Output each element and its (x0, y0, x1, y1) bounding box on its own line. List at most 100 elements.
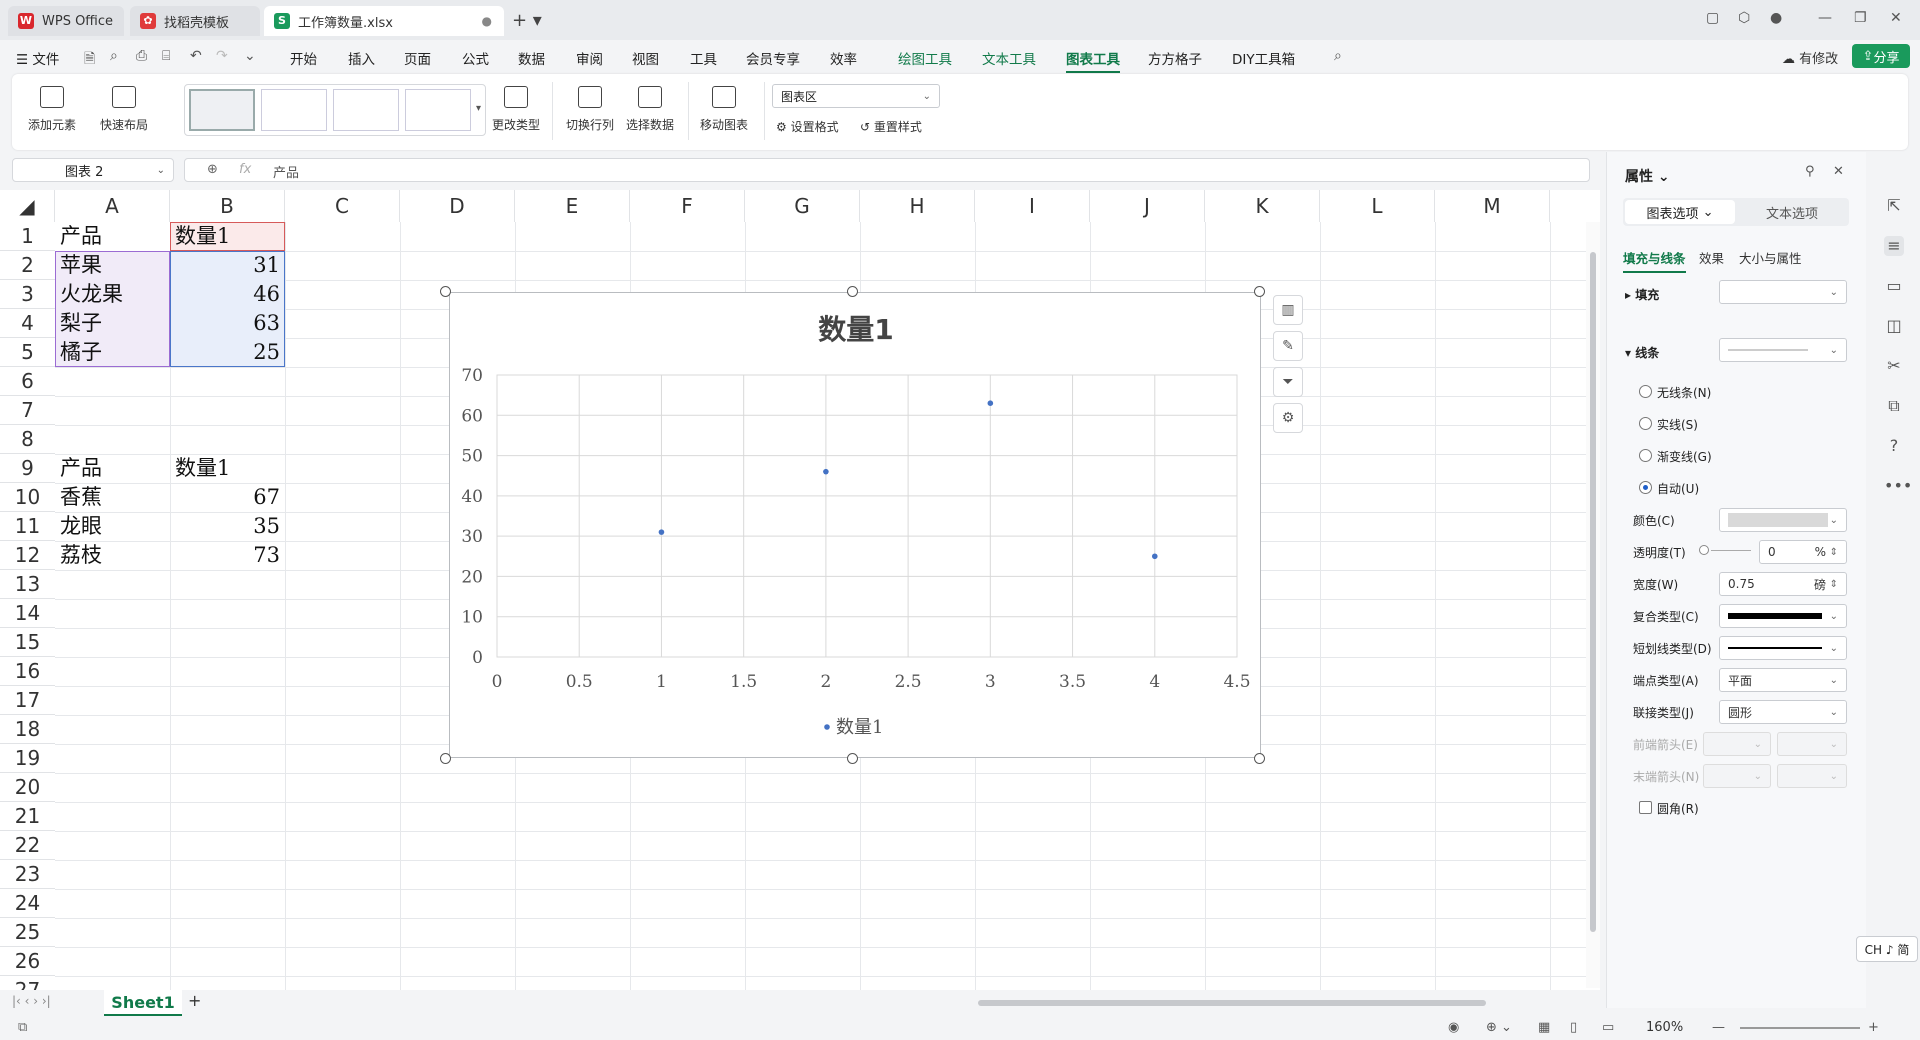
cell-product[interactable]: 荔枝 (55, 541, 170, 570)
row-header-14[interactable]: 14 (0, 599, 55, 628)
comment-icon[interactable]: ▭ (1884, 276, 1904, 296)
line-section[interactable]: ▾ 线条 (1625, 344, 1659, 361)
row-header-24[interactable]: 24 (0, 889, 55, 918)
tab-workbook[interactable]: S 工作簿数量.xlsx ● (264, 6, 504, 36)
tab-wps-office[interactable]: W WPS Office (8, 6, 124, 36)
end-arrow-type-select[interactable]: ⌄ (1703, 764, 1771, 788)
menu-member[interactable]: 会员专享 (746, 48, 800, 68)
transparency-input[interactable]: 0% ⇕ (1759, 540, 1847, 564)
chart-area-select[interactable]: 图表区 ⌄ (772, 84, 940, 108)
spinner-icon[interactable]: ⇕ (1830, 547, 1838, 558)
vertical-scrollbar[interactable] (1586, 222, 1600, 988)
cell-quantity[interactable]: 67 (170, 483, 285, 512)
resize-handle[interactable] (440, 753, 451, 764)
column-header-M[interactable]: M (1435, 190, 1550, 222)
row-header-8[interactable]: 8 (0, 425, 55, 454)
radio-no-line[interactable] (1639, 385, 1652, 398)
cell-quantity[interactable]: 31 (170, 251, 285, 280)
fill-section[interactable]: ▸ 填充 (1625, 286, 1659, 303)
new-tab-icon[interactable]: + ▾ (512, 10, 542, 31)
row-header-9[interactable]: 9 (0, 454, 55, 483)
undo-icon[interactable]: ↶ (190, 48, 202, 64)
column-header-K[interactable]: K (1205, 190, 1320, 222)
column-header-F[interactable]: F (630, 190, 745, 222)
panel-title[interactable]: 属性 ⌄ (1625, 166, 1670, 186)
menu-start[interactable]: 开始 (290, 48, 317, 68)
row-header-1[interactable]: 1 (0, 222, 55, 251)
avatar[interactable]: ● (1770, 10, 1782, 26)
chart-style-2[interactable] (261, 89, 327, 131)
menu-view[interactable]: 视图 (632, 48, 659, 68)
cell-header[interactable]: 数量1 (170, 454, 285, 483)
add-element-button[interactable]: 添加元素 (28, 86, 76, 133)
resize-handle[interactable] (847, 286, 858, 297)
row-header-26[interactable]: 26 (0, 947, 55, 976)
radio-gradient-line[interactable] (1639, 449, 1652, 462)
fx-icon[interactable]: fx (239, 162, 251, 177)
dash-type-select[interactable]: ⌄ (1719, 636, 1847, 660)
cell-product[interactable]: 橘子 (55, 338, 170, 367)
menu-efficiency[interactable]: 效率 (830, 48, 857, 68)
color-select[interactable]: ⌄ (1719, 508, 1847, 532)
menu-tools[interactable]: 工具 (690, 48, 717, 68)
zoom-slider[interactable] (1740, 1027, 1860, 1029)
chart-title[interactable]: 数量1 (818, 313, 893, 346)
data-point[interactable] (823, 468, 829, 475)
menu-text-tools[interactable]: 文本工具 (982, 48, 1036, 68)
seg-chart-options[interactable]: 图表选项 ⌄ (1625, 200, 1735, 224)
zoom-out-icon[interactable]: — (1712, 1020, 1725, 1035)
chart-style-3[interactable] (333, 89, 399, 131)
modified-indicator[interactable]: ☁ 有修改 (1782, 48, 1838, 67)
formula-bar[interactable]: ⊕ fx 产品 (184, 158, 1590, 182)
chart-wizard-icon[interactable]: ◫ (1884, 316, 1904, 336)
cell-product[interactable]: 梨子 (55, 309, 170, 338)
column-header-J[interactable]: J (1090, 190, 1205, 222)
cell-quantity[interactable]: 63 (170, 309, 285, 338)
backup-icon[interactable]: ⧉ (1884, 396, 1904, 416)
chart-style-gallery[interactable]: ▾ (184, 84, 486, 136)
column-header-A[interactable]: A (55, 190, 170, 222)
column-header-B[interactable]: B (170, 190, 285, 222)
column-header-L[interactable]: L (1320, 190, 1435, 222)
row-header-22[interactable]: 22 (0, 831, 55, 860)
resize-handle[interactable] (440, 286, 451, 297)
resize-handle[interactable] (1254, 753, 1265, 764)
cell-quantity[interactable]: 35 (170, 512, 285, 541)
more-quick-icon[interactable]: ⌄ (244, 48, 256, 64)
transparency-slider[interactable] (1711, 550, 1751, 551)
width-input[interactable]: 0.75 磅 ⇕ (1719, 572, 1847, 596)
sheet-tab-sheet1[interactable]: Sheet1 (104, 990, 182, 1016)
row-header-20[interactable]: 20 (0, 773, 55, 802)
move-chart-button[interactable]: 移动图表 (700, 86, 748, 133)
eye-protect-icon[interactable]: ◉ (1448, 1020, 1459, 1035)
row-header-6[interactable]: 6 (0, 367, 55, 396)
column-header-D[interactable]: D (400, 190, 515, 222)
tab-docer-template[interactable]: ✿ 找稻壳模板 (130, 6, 260, 36)
row-header-27[interactable]: 27 (0, 976, 55, 990)
minimize-icon[interactable]: — (1818, 10, 1832, 26)
menu-review[interactable]: 审阅 (576, 48, 603, 68)
subtab-size-props[interactable]: 大小与属性 (1739, 248, 1802, 267)
chart-style-1[interactable] (189, 89, 255, 131)
more-icon[interactable]: ••• (1884, 476, 1912, 496)
column-header-I[interactable]: I (975, 190, 1090, 222)
join-type-select[interactable]: 圆形 ⌄ (1719, 700, 1847, 724)
row-header-11[interactable]: 11 (0, 512, 55, 541)
subtab-fill-line[interactable]: 填充与线条 (1623, 248, 1686, 273)
chart-filter-icon[interactable]: ⏷ (1273, 367, 1303, 397)
pin-icon[interactable]: ⚲ (1805, 164, 1815, 179)
row-header-3[interactable]: 3 (0, 280, 55, 309)
fill-select[interactable]: ⌄ (1719, 280, 1847, 304)
row-header-17[interactable]: 17 (0, 686, 55, 715)
scrollbar-thumb[interactable] (1590, 252, 1596, 932)
menu-file[interactable]: ☰ 文件 (16, 48, 59, 68)
cell-quantity[interactable]: 46 (170, 280, 285, 309)
resize-handle[interactable] (1254, 286, 1265, 297)
sheet-nav-icon[interactable]: |‹ ‹ › ›| (12, 994, 51, 1008)
cell-header[interactable]: 产品 (55, 454, 170, 483)
chart-legend[interactable]: 数量1 (824, 717, 883, 738)
properties-icon[interactable]: ≡ (1884, 236, 1904, 256)
cell-product[interactable]: 苹果 (55, 251, 170, 280)
macro-icon[interactable]: ⧉ (18, 1020, 27, 1035)
cell-product[interactable]: 香蕉 (55, 483, 170, 512)
